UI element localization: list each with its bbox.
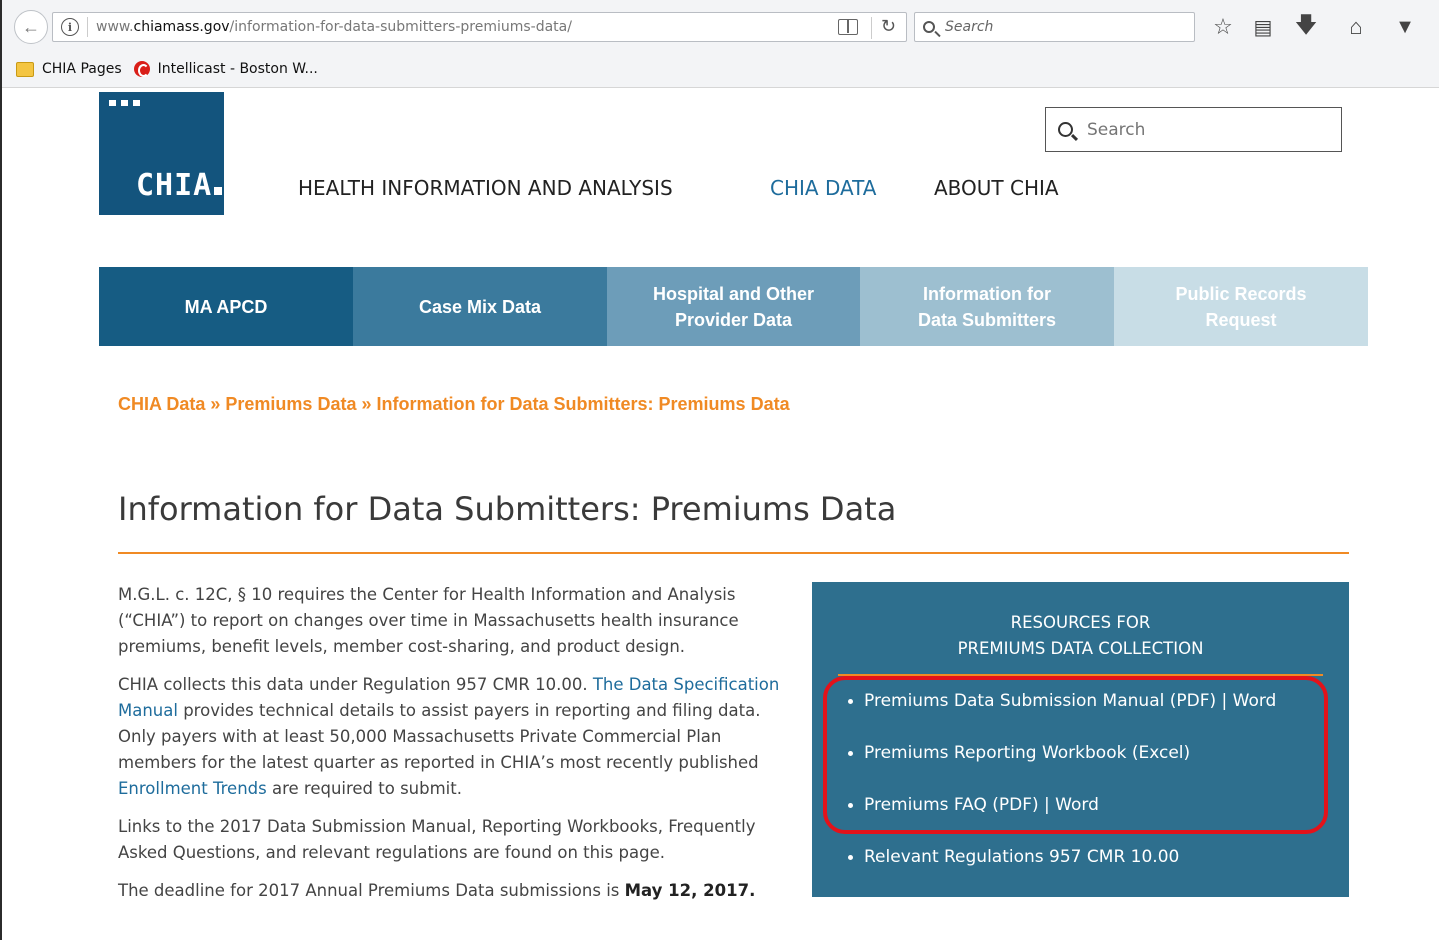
section-nav: MA APCD Case Mix Data Hospital and Other…: [99, 267, 1368, 346]
reader-view-icon[interactable]: [838, 19, 858, 35]
url-divider: [87, 17, 88, 37]
breadcrumb-separator: »: [361, 394, 372, 414]
breadcrumb-premiums-data[interactable]: Premiums Data: [225, 394, 356, 414]
logo-dots: [109, 100, 140, 106]
search-icon: [923, 21, 935, 33]
bullet-icon: [848, 854, 853, 860]
reload-icon[interactable]: ↻: [881, 16, 896, 37]
paragraph-regulation: CHIA collects this data under Regulation…: [118, 675, 780, 798]
main-content: M.G.L. c. 12C, § 10 requires the Center …: [118, 582, 798, 916]
back-button[interactable]: ←: [14, 10, 48, 44]
home-icon[interactable]: ⌂: [1343, 14, 1369, 40]
chia-logo[interactable]: CHIA: [99, 92, 224, 215]
info-icon[interactable]: i: [61, 18, 79, 36]
url-text[interactable]: www.chiamass.gov/information-for-data-su…: [96, 19, 572, 35]
tab-case-mix-data[interactable]: Case Mix Data: [353, 267, 607, 346]
nav-about-chia[interactable]: ABOUT CHIA: [934, 176, 1059, 200]
url-bar[interactable]: i www.chiamass.gov/information-for-data-…: [52, 12, 907, 42]
enrollment-trends-link[interactable]: Enrollment Trends: [118, 779, 267, 798]
tab-public-records-request[interactable]: Public Records Request: [1114, 267, 1368, 346]
bookmark-star-icon[interactable]: ☆: [1210, 14, 1236, 40]
breadcrumb-separator: »: [210, 394, 221, 414]
bookmark-intellicast[interactable]: Intellicast - Boston W...: [158, 61, 318, 77]
deadline-date: May 12, 2017.: [624, 881, 756, 900]
intellicast-icon: [133, 61, 150, 77]
breadcrumb-chia-data[interactable]: CHIA Data: [118, 394, 205, 414]
bookmarks-bar: CHIA Pages Intellicast - Boston W...: [0, 54, 1439, 84]
back-arrow-icon: ←: [22, 16, 40, 37]
nav-health-information-link[interactable]: HEALTH INFORMATION AND ANALYSIS: [298, 176, 673, 200]
folder-icon: [16, 61, 34, 77]
tab-hospital-provider-data[interactable]: Hospital and Other Provider Data: [607, 267, 860, 346]
title-divider: [118, 552, 1349, 554]
browser-toolbar: ← i www.chiamass.gov/information-for-dat…: [0, 6, 1439, 46]
bookmarks-list-icon[interactable]: ▤: [1250, 14, 1276, 40]
annotation-highlight-box: [823, 676, 1328, 834]
pocket-icon[interactable]: ▼: [1392, 14, 1418, 40]
paragraph-links-info: Links to the 2017 Data Submission Manual…: [118, 817, 756, 862]
browser-chrome: ← i www.chiamass.gov/information-for-dat…: [0, 0, 1439, 88]
nav-health-information[interactable]: HEALTH INFORMATION AND ANALYSIS: [298, 176, 673, 200]
window-frame: [0, 0, 8, 940]
url-path: /information-for-data-submitters-premium…: [229, 19, 572, 35]
logo-wordmark: CHIA: [136, 168, 223, 203]
page-title: Information for Data Submitters: Premium…: [118, 490, 897, 528]
paragraph-mandate: M.G.L. c. 12C, § 10 requires the Center …: [118, 585, 739, 656]
resource-item-regulations[interactable]: Relevant Regulations 957 CMR 10.00: [848, 844, 1276, 870]
tab-ma-apcd[interactable]: MA APCD: [99, 267, 353, 346]
site-search-box[interactable]: [1045, 107, 1342, 152]
url-prefix: www.: [96, 19, 134, 35]
reload-divider: [871, 17, 872, 39]
browser-search-placeholder: Search: [945, 19, 994, 35]
bookmark-chia-pages[interactable]: CHIA Pages: [42, 61, 122, 77]
breadcrumb: CHIA Data » Premiums Data » Information …: [118, 391, 818, 417]
resources-heading: RESOURCES FOR PREMIUMS DATA COLLECTION: [957, 613, 1204, 658]
nav-about-chia-link[interactable]: ABOUT CHIA: [934, 176, 1059, 200]
tab-information-for-data-submitters[interactable]: Information for Data Submitters: [860, 267, 1114, 346]
nav-chia-data-link[interactable]: CHIA DATA: [770, 176, 876, 200]
browser-search-bar[interactable]: Search: [914, 12, 1195, 42]
nav-chia-data[interactable]: CHIA DATA: [770, 176, 876, 200]
breadcrumb-current-page: Information for Data Submitters: Premium…: [376, 394, 790, 414]
site-search-input[interactable]: [1087, 119, 1317, 140]
url-domain: chiamass.gov: [133, 19, 230, 35]
search-icon: [1058, 122, 1073, 137]
download-icon[interactable]: 🡇: [1293, 12, 1319, 40]
paragraph-deadline: The deadline for 2017 Annual Premiums Da…: [118, 881, 756, 900]
